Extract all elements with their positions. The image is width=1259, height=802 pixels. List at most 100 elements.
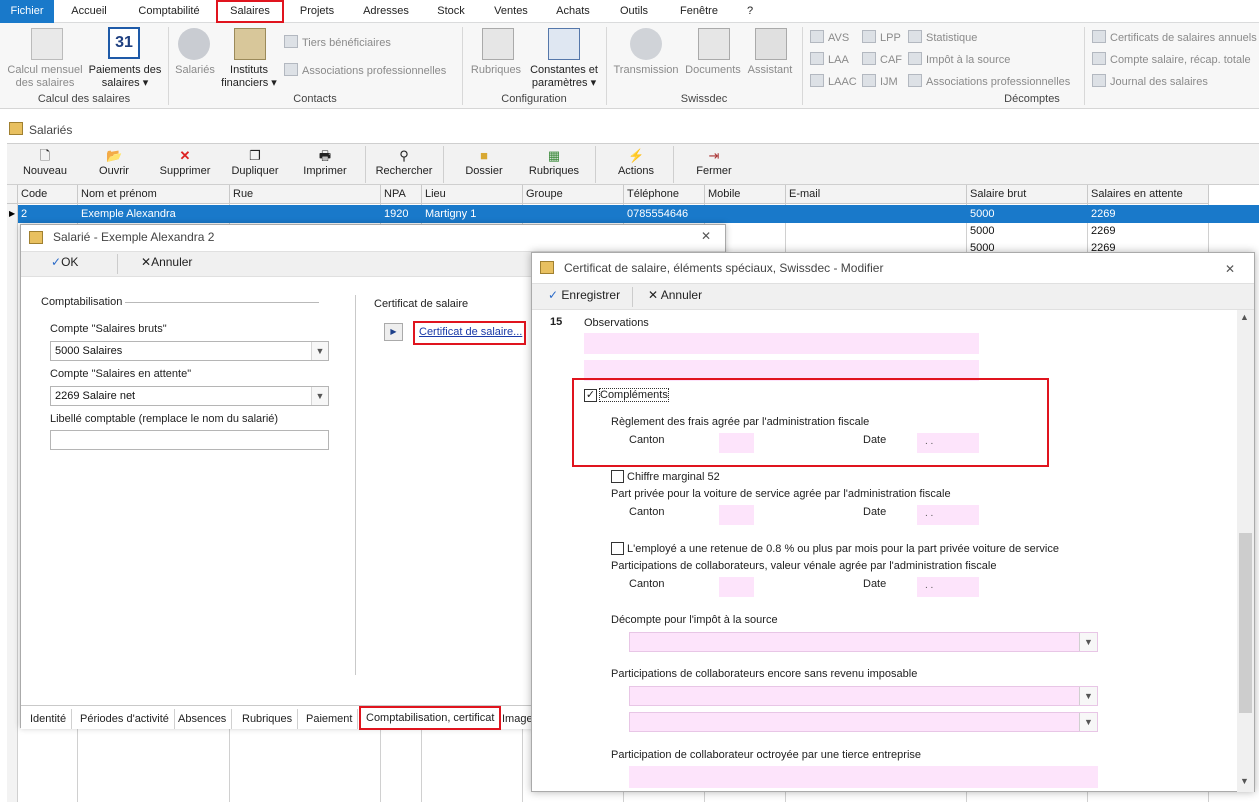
cell-telephone[interactable]: 0785554646 [624,205,688,223]
menu-achats[interactable]: Achats [550,0,596,23]
date-input[interactable]: . . [917,505,979,525]
grid-header-telephone[interactable]: Téléphone [624,185,705,204]
grid-header-email[interactable]: E-mail [786,185,967,204]
menu-stock[interactable]: Stock [430,0,472,23]
employe-checkbox[interactable] [611,542,624,555]
instituts-button[interactable]: Instituts financiers ▾ [216,64,282,90]
nouveau-button[interactable]: 🗋 Nouveau [19,146,71,178]
tab-identite[interactable]: Identité [25,709,73,729]
date-input[interactable]: . . [917,577,979,597]
compte-salaire-button[interactable]: Compte salaire, récap. totale [1092,52,1251,66]
cell-brut[interactable]: 5000 [967,222,994,240]
imprimer-button[interactable]: 🖶 Imprimer [297,146,353,178]
fermer-button[interactable]: ⇥ Fermer [691,146,737,178]
close-icon[interactable]: ✕ [1225,262,1235,276]
documents-button[interactable]: Documents [683,64,743,77]
grid-header-nom[interactable]: Nom et prénom [78,185,230,204]
grid-header-npa[interactable]: NPA [381,185,422,204]
chiffre-checkbox[interactable] [611,470,624,483]
constantes-button[interactable]: Constantes et paramètres ▾ [526,64,602,90]
certificat-link[interactable]: Certificat de salaire... [419,326,522,338]
menu-ventes[interactable]: Ventes [488,0,534,23]
cell-nom[interactable]: Exemple Alexandra [78,205,176,223]
scroll-up-icon[interactable]: ▲ [1240,312,1249,322]
menu-salaires[interactable]: Salaires [216,0,284,23]
dupliquer-button[interactable]: ❐ Dupliquer [227,146,283,178]
cell-lieu[interactable]: Martigny 1 [422,205,476,223]
canton-input[interactable] [719,433,754,453]
ijm-button[interactable]: IJM [862,74,898,88]
close-icon[interactable]: ✕ [701,229,711,243]
participations-sans-select-1[interactable]: ▼ [629,686,1098,706]
salaries-button[interactable]: Salariés [172,64,218,77]
cell-npa[interactable]: 1920 [381,205,408,223]
complements-checkbox[interactable]: ✓ [584,389,597,402]
tab-rubriques[interactable]: Rubriques [237,709,299,729]
rubriques-config-button[interactable]: Rubriques [466,64,526,77]
cell-code[interactable]: 2 [18,205,27,223]
menu-fenetre[interactable]: Fenêtre [672,0,726,23]
cert-annuels-button[interactable]: Certificats de salaires annuels [1092,30,1257,44]
tab-paiement[interactable]: Paiement [301,709,359,729]
dossier-button[interactable]: ■ Dossier [459,146,509,178]
caf-button[interactable]: CAF [862,52,902,66]
compte-attente-select[interactable]: 2269 Salaire net ▼ [50,386,329,406]
ok-button[interactable]: ✓OK [51,255,78,269]
menu-comptabilite[interactable]: Comptabilité [129,0,209,23]
date-input[interactable]: . . [917,433,979,453]
transmission-button[interactable]: Transmission [610,64,682,77]
avs-button[interactable]: AVS [810,30,849,44]
libelle-input[interactable] [50,430,329,450]
cell-attente[interactable]: 2269 [1088,205,1115,223]
menu-outils[interactable]: Outils [612,0,656,23]
menu-projets[interactable]: Projets [293,0,341,23]
cell-brut[interactable]: 5000 [967,205,994,223]
tiers-button[interactable]: Tiers bénéficiaires [284,35,391,49]
play-arrow-icon[interactable]: ▶ [384,323,403,341]
tab-comptabilisation[interactable]: Comptabilisation, certificat [359,706,502,730]
observations-input-1[interactable] [584,333,979,354]
participations-sans-select-2[interactable]: ▼ [629,712,1098,732]
laa-button[interactable]: LAA [810,52,849,66]
calcul-mensuel-button[interactable]: Calcul mensuel des salaires [4,64,86,90]
supprimer-button[interactable]: ✕ Supprimer [157,146,213,178]
rubriques-button[interactable]: ▦ Rubriques [525,146,583,178]
participation-tierce-input[interactable] [629,766,1098,788]
decompte-select[interactable]: ▼ [629,632,1098,652]
menu-accueil[interactable]: Accueil [62,0,116,23]
grid-header-salaire-brut[interactable]: Salaire brut [967,185,1088,204]
menu-adresses[interactable]: Adresses [356,0,416,23]
compte-bruts-select[interactable]: 5000 Salaires ▼ [50,341,329,361]
scrollbar-thumb[interactable] [1239,533,1252,713]
tab-periodes[interactable]: Périodes d'activité [75,709,175,729]
annuler-button[interactable]: ✕ Annuler [648,288,702,302]
assistant-button[interactable]: Assistant [744,64,796,77]
grid-header-salaires-attente[interactable]: Salaires en attente [1088,185,1209,204]
rechercher-button[interactable]: ⚲ Rechercher [373,146,435,178]
actions-button[interactable]: ⚡ Actions [611,146,661,178]
paiements-button[interactable]: Paiements des salaires ▾ [86,64,164,90]
assoc-prof-button[interactable]: Associations professionnelles [908,74,1070,88]
canton-input[interactable] [719,505,754,525]
canton-input[interactable] [719,577,754,597]
grid-header-mobile[interactable]: Mobile [705,185,786,204]
laac-button[interactable]: LAAC [810,74,857,88]
grid-header-groupe[interactable]: Groupe [523,185,624,204]
menu-fichier[interactable]: Fichier [0,0,54,23]
ouvrir-button[interactable]: 📂 Ouvrir [91,146,137,178]
grid-header-lieu[interactable]: Lieu [422,185,523,204]
associations-button[interactable]: Associations professionnelles [284,63,446,77]
annuler-button[interactable]: ✕Annuler [141,255,192,269]
enregistrer-button[interactable]: ✓ Enregistrer [548,288,620,302]
impot-source-button[interactable]: Impôt à la source [908,52,1010,66]
scroll-down-icon[interactable]: ▼ [1240,776,1249,786]
journal-button[interactable]: Journal des salaires [1092,74,1208,88]
grid-header-rue[interactable]: Rue [230,185,381,204]
vertical-scrollbar[interactable]: ▲ ▼ [1237,310,1254,792]
tab-absences[interactable]: Absences [173,709,233,729]
statistique-button[interactable]: Statistique [908,30,977,44]
cell-attente[interactable]: 2269 [1088,222,1115,240]
lpp-button[interactable]: LPP [862,30,901,44]
grid-header-code[interactable]: Code [18,185,78,204]
menu-help[interactable]: ? [740,0,760,23]
